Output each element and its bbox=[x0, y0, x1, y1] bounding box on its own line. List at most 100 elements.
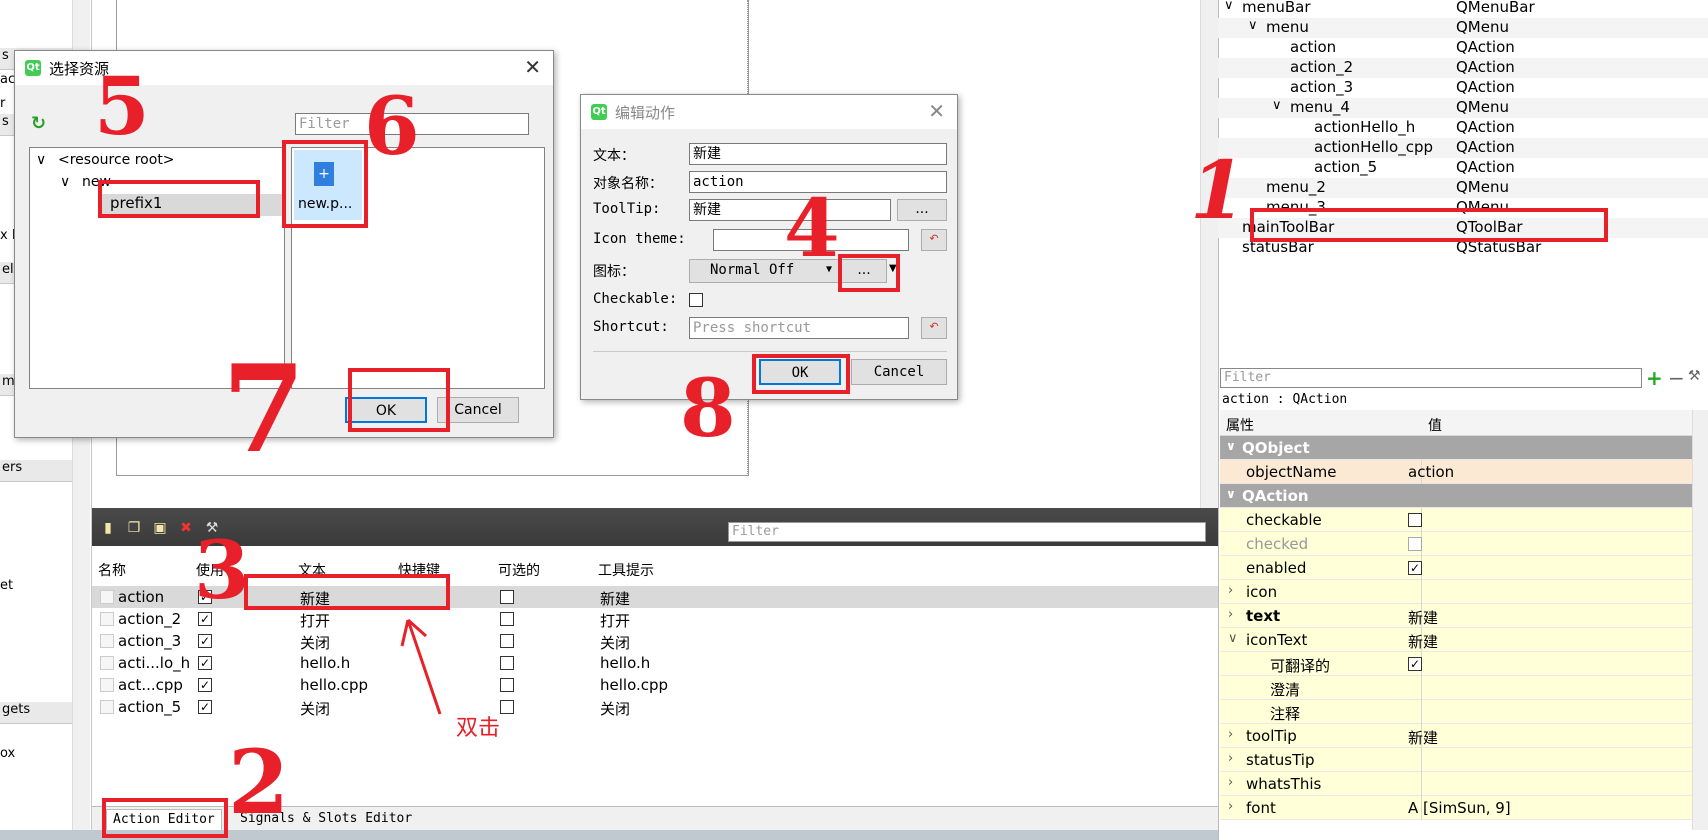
property-checkbox[interactable]: ✓ bbox=[1408, 657, 1422, 671]
property-row[interactable]: › statusTip bbox=[1220, 748, 1692, 772]
property-row[interactable]: ∨ iconText 新建 bbox=[1220, 628, 1692, 652]
chevron-down-icon[interactable]: ∨ bbox=[1272, 98, 1282, 113]
used-checkbox[interactable]: ✓ bbox=[198, 656, 212, 670]
chevron-right-icon[interactable]: › bbox=[1228, 751, 1233, 766]
chevron-right-icon[interactable]: › bbox=[1228, 727, 1233, 742]
checkable-checkbox[interactable] bbox=[500, 612, 514, 626]
chevron-down-icon[interactable]: ∨ bbox=[60, 174, 70, 190]
chevron-down-icon[interactable]: ∨ bbox=[1248, 18, 1258, 33]
copy-action-icon[interactable]: ❐ bbox=[126, 519, 142, 537]
dock-header-5[interactable]: ers bbox=[0, 460, 72, 482]
col-checkable-header[interactable]: 可选的 bbox=[498, 560, 540, 580]
table-row[interactable]: act...cpp ✓ hello.cpp hello.cpp bbox=[92, 674, 1218, 696]
column-divider bbox=[1421, 772, 1422, 796]
property-checkbox[interactable] bbox=[1408, 513, 1422, 527]
delete-action-icon[interactable]: ✖ bbox=[178, 519, 194, 537]
property-row[interactable]: 注释 bbox=[1220, 700, 1692, 724]
property-value[interactable]: 新建 bbox=[1408, 727, 1438, 748]
chevron-down-icon[interactable]: ∨ bbox=[36, 152, 46, 168]
new-action-icon[interactable]: ▮ bbox=[100, 519, 116, 537]
close-icon[interactable]: ✕ bbox=[928, 99, 945, 123]
col-name-header[interactable]: 名称 bbox=[98, 560, 126, 580]
close-icon[interactable]: ✕ bbox=[524, 55, 541, 79]
col-value-header[interactable]: 值 bbox=[1428, 415, 1442, 435]
reset-icon[interactable]: ↶ bbox=[921, 229, 947, 251]
dialog-titlebar: Qt 编辑动作 ✕ bbox=[581, 95, 957, 129]
property-group[interactable]: ∨ QAction bbox=[1220, 484, 1692, 508]
object-tree-item[interactable]: action_5 QAction bbox=[1218, 158, 1708, 178]
property-value[interactable]: action bbox=[1408, 463, 1454, 481]
object-tree-item[interactable]: ∨ menu QMenu bbox=[1218, 18, 1708, 38]
chevron-right-icon[interactable]: › bbox=[1228, 799, 1233, 814]
property-row[interactable]: 澄清 bbox=[1220, 676, 1692, 700]
reset-icon[interactable]: ↶ bbox=[921, 317, 947, 339]
chevron-right-icon[interactable]: ∨ bbox=[1228, 631, 1238, 646]
property-row[interactable]: enabled ✓ bbox=[1220, 556, 1692, 580]
property-row[interactable]: 可翻译的 ✓ bbox=[1220, 652, 1692, 676]
dock-header-6[interactable]: gets bbox=[0, 702, 72, 724]
property-name: objectName bbox=[1246, 463, 1337, 481]
text-field[interactable]: 新建 bbox=[689, 143, 947, 165]
property-value[interactable]: 新建 bbox=[1408, 607, 1438, 628]
chevron-down-icon[interactable]: ∨ bbox=[1224, 0, 1234, 13]
checkable-checkbox[interactable] bbox=[500, 656, 514, 670]
table-row[interactable]: action_5 ✓ 关闭 关闭 bbox=[92, 696, 1218, 718]
checkable-checkbox[interactable] bbox=[500, 634, 514, 648]
row-icon bbox=[100, 612, 114, 626]
annotation-number-1: 1 bbox=[1190, 143, 1246, 237]
property-row[interactable]: objectName action bbox=[1220, 460, 1692, 484]
col-property-header[interactable]: 属性 bbox=[1226, 415, 1254, 435]
paste-action-icon[interactable]: ▣ bbox=[152, 519, 168, 537]
checkable-checkbox[interactable] bbox=[500, 678, 514, 692]
used-checkbox[interactable]: ✓ bbox=[198, 634, 212, 648]
remove-property-icon[interactable]: − bbox=[1668, 366, 1685, 390]
checkable-checkbox[interactable] bbox=[689, 293, 703, 307]
action-filter-input[interactable]: Filter bbox=[728, 522, 1206, 542]
property-scrollbar[interactable] bbox=[1692, 410, 1708, 830]
object-class: QAction bbox=[1456, 58, 1515, 76]
property-row[interactable]: › text 新建 bbox=[1220, 604, 1692, 628]
chevron-down-icon[interactable]: ∨ bbox=[1226, 439, 1236, 453]
property-name: checked bbox=[1246, 535, 1309, 553]
chevron-down-icon[interactable]: ∨ bbox=[1226, 487, 1236, 501]
tooltip-browse-button[interactable]: ... bbox=[897, 199, 947, 221]
chevron-right-icon[interactable]: › bbox=[1228, 607, 1233, 622]
property-value[interactable]: A [SimSun, 9] bbox=[1408, 799, 1511, 817]
checkable-checkbox[interactable] bbox=[500, 700, 514, 714]
object-tree-item[interactable]: actionHello_cpp QAction bbox=[1218, 138, 1708, 158]
property-checkbox[interactable] bbox=[1408, 537, 1422, 551]
object-tree-item[interactable]: ∨ menuBar QMenuBar bbox=[1218, 0, 1708, 18]
tree-item-resource-root[interactable]: <resource root> bbox=[58, 152, 175, 168]
chevron-right-icon[interactable]: › bbox=[1228, 583, 1233, 598]
cancel-button[interactable]: Cancel bbox=[851, 359, 947, 385]
property-row[interactable]: checked bbox=[1220, 532, 1692, 556]
table-row[interactable]: acti...lo_h ✓ hello.h hello.h bbox=[92, 652, 1218, 674]
used-checkbox[interactable]: ✓ bbox=[198, 700, 212, 714]
reload-icon[interactable]: ↻ bbox=[31, 113, 46, 134]
property-row[interactable]: checkable bbox=[1220, 508, 1692, 532]
object-tree-item[interactable]: action_2 QAction bbox=[1218, 58, 1708, 78]
object-tree-item[interactable]: ∨ menu_4 QMenu bbox=[1218, 98, 1708, 118]
property-value[interactable]: 新建 bbox=[1408, 631, 1438, 652]
configure-property-icon[interactable]: ⚒ bbox=[1688, 368, 1701, 384]
add-property-icon[interactable]: + bbox=[1646, 366, 1663, 390]
property-group[interactable]: ∨ QObject bbox=[1220, 436, 1692, 460]
canvas-scrollbar[interactable] bbox=[1200, 0, 1218, 508]
chevron-right-icon[interactable]: › bbox=[1228, 775, 1233, 790]
object-tree-item[interactable]: action_3 QAction bbox=[1218, 78, 1708, 98]
col-tooltip-header[interactable]: 工具提示 bbox=[598, 560, 654, 580]
table-row[interactable]: action_3 ✓ 关闭 关闭 bbox=[92, 630, 1218, 652]
used-checkbox[interactable]: ✓ bbox=[198, 678, 212, 692]
property-row[interactable]: › toolTip 新建 bbox=[1220, 724, 1692, 748]
property-row[interactable]: › icon bbox=[1220, 580, 1692, 604]
object-tree-item[interactable]: action QAction bbox=[1218, 38, 1708, 58]
property-row[interactable]: › font A [SimSun, 9] bbox=[1220, 796, 1692, 820]
object-tree-item[interactable]: actionHello_h QAction bbox=[1218, 118, 1708, 138]
property-filter-input[interactable]: Filter bbox=[1220, 368, 1642, 388]
object-tree-item[interactable]: menu_2 QMenu bbox=[1218, 178, 1708, 198]
shortcut-field[interactable]: Press shortcut bbox=[689, 317, 909, 339]
property-checkbox[interactable]: ✓ bbox=[1408, 561, 1422, 575]
property-row[interactable]: › whatsThis bbox=[1220, 772, 1692, 796]
table-row[interactable]: action_2 ✓ 打开 打开 bbox=[92, 608, 1218, 630]
checkable-checkbox[interactable] bbox=[500, 590, 514, 604]
